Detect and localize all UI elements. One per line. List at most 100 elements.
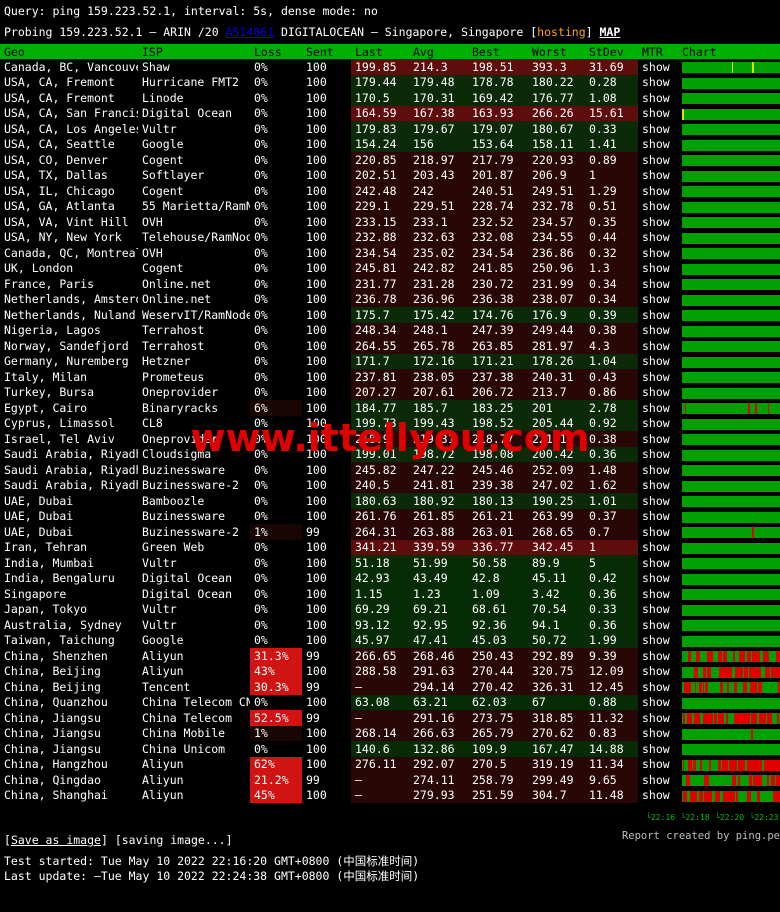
query-line: Query: ping 159.223.52.1, interval: 5s, …	[4, 4, 378, 18]
mtr-show-link[interactable]: show	[638, 431, 678, 447]
mtr-show-link[interactable]: show	[638, 664, 678, 680]
cell-best: 62.03	[468, 694, 528, 710]
mtr-show-link[interactable]: show	[638, 478, 678, 494]
mtr-show-link[interactable]: show	[638, 726, 678, 742]
column-header-avg[interactable]: Avg	[409, 44, 468, 59]
mtr-show-link[interactable]: show	[638, 772, 678, 788]
cell-isp: Buzinessware	[142, 462, 226, 477]
map-link[interactable]: MAP	[600, 25, 621, 39]
mtr-show-link[interactable]: show	[638, 416, 678, 432]
mtr-show-link[interactable]: show	[638, 571, 678, 587]
mtr-show-link[interactable]: show	[638, 385, 678, 401]
cell-sent: 100	[306, 695, 327, 710]
asn-link[interactable]: AS14061	[226, 25, 274, 39]
cell-last: 179.44	[351, 74, 409, 90]
mtr-show-link[interactable]: show	[638, 261, 678, 277]
mtr-show-link[interactable]: show	[638, 106, 678, 122]
chart-jitter	[744, 62, 746, 64]
mtr-show-link[interactable]: show	[638, 307, 678, 323]
mtr-show-link[interactable]: show	[638, 121, 678, 137]
mtr-show-link[interactable]: show	[638, 540, 678, 556]
mtr-show-link[interactable]: show	[638, 679, 678, 695]
cell-last: 202.51	[351, 167, 409, 183]
chart-loss-segment	[744, 713, 746, 725]
mtr-show-link[interactable]: show	[638, 757, 678, 773]
mtr-show-link[interactable]: show	[638, 214, 678, 230]
mtr-show-link[interactable]: show	[638, 788, 678, 804]
cell-isp: Aliyun	[142, 648, 184, 663]
latency-chart	[682, 589, 780, 601]
column-header-best[interactable]: Best	[468, 44, 528, 59]
mtr-show-link[interactable]: show	[638, 602, 678, 618]
column-header-sent[interactable]: Sent	[302, 44, 351, 59]
cell-worst: 249.51	[528, 183, 585, 199]
column-header-worst[interactable]: Worst	[528, 44, 585, 59]
cell-sent: 100	[306, 555, 327, 570]
cell-geo: Iran, Tehran	[4, 540, 88, 555]
mtr-show-link[interactable]: show	[638, 710, 678, 726]
chart-loss-segment	[737, 775, 741, 787]
cell-last: 261.76	[351, 508, 409, 524]
save-as-image-link[interactable]: Save as image	[11, 833, 101, 847]
mtr-show-link[interactable]: show	[638, 633, 678, 649]
mtr-show-link[interactable]: show	[638, 555, 678, 571]
mtr-show-link[interactable]: show	[638, 292, 678, 308]
mtr-show-link[interactable]: show	[638, 493, 678, 509]
mtr-show-link[interactable]: show	[638, 369, 678, 385]
mtr-show-link[interactable]: show	[638, 152, 678, 168]
cell-worst: 220.93	[528, 152, 585, 168]
column-header-mtr[interactable]: MTR	[638, 44, 678, 59]
chart-baseline	[682, 589, 780, 601]
mtr-show-link[interactable]: show	[638, 323, 678, 339]
cell-best: 247.39	[468, 322, 528, 338]
mtr-show-link[interactable]: show	[638, 447, 678, 463]
mtr-show-link[interactable]: show	[638, 168, 678, 184]
column-header-isp[interactable]: ISP	[138, 44, 250, 59]
mtr-show-link[interactable]: show	[638, 75, 678, 91]
mtr-show-link[interactable]: show	[638, 400, 678, 416]
mtr-show-link[interactable]: show	[638, 230, 678, 246]
column-header-loss[interactable]: Loss	[250, 44, 302, 59]
chart-loss-segment	[687, 651, 690, 663]
cell-stdev: 0.92	[585, 415, 638, 431]
cell-last: 1.15	[351, 586, 409, 602]
cell-loss: 43%	[250, 663, 302, 679]
mtr-show-link[interactable]: show	[638, 462, 678, 478]
latency-chart	[682, 139, 780, 151]
mtr-show-link[interactable]: show	[638, 524, 678, 540]
mtr-show-link[interactable]: show	[638, 245, 678, 261]
mtr-show-link[interactable]: show	[638, 695, 678, 711]
chart-baseline	[682, 682, 780, 694]
cell-best: 232.52	[468, 214, 528, 230]
mtr-show-link[interactable]: show	[638, 354, 678, 370]
cell-avg: 214.3	[409, 59, 468, 75]
cell-worst: 200.42	[528, 446, 585, 462]
chart-jitter	[688, 744, 690, 746]
column-header-geo[interactable]: Geo	[0, 44, 138, 59]
column-header-stdev[interactable]: StDev	[585, 44, 638, 59]
mtr-show-link[interactable]: show	[638, 338, 678, 354]
cell-best: 198.52	[468, 415, 528, 431]
column-header-last[interactable]: Last	[351, 44, 409, 59]
mtr-show-link[interactable]: show	[638, 509, 678, 525]
cell-geo: Egypt, Cairo	[4, 400, 88, 415]
chart-loss-segment	[717, 759, 721, 771]
table-row: USA, IL, Chicago Cogent 0% 100 242.48 242 240.…	[0, 183, 780, 199]
mtr-show-link[interactable]: show	[638, 276, 678, 292]
chart-jitter	[774, 744, 776, 746]
mtr-show-link[interactable]: show	[638, 741, 678, 757]
cell-worst: 250.96	[528, 260, 585, 276]
mtr-show-link[interactable]: show	[638, 90, 678, 106]
mtr-show-link[interactable]: show	[638, 648, 678, 664]
mtr-show-link[interactable]: show	[638, 199, 678, 215]
mtr-show-link[interactable]: show	[638, 617, 678, 633]
mtr-show-link[interactable]: show	[638, 586, 678, 602]
mtr-show-link[interactable]: show	[638, 59, 678, 75]
cell-worst: 268.65	[528, 524, 585, 540]
cell-geo: Saudi Arabia, Riyadh	[4, 478, 138, 493]
mtr-show-link[interactable]: show	[638, 137, 678, 153]
chart-loss-segment	[728, 790, 732, 802]
cell-best: 169.42	[468, 90, 528, 106]
mtr-show-link[interactable]: show	[638, 183, 678, 199]
cell-loss: 45%	[250, 787, 302, 803]
